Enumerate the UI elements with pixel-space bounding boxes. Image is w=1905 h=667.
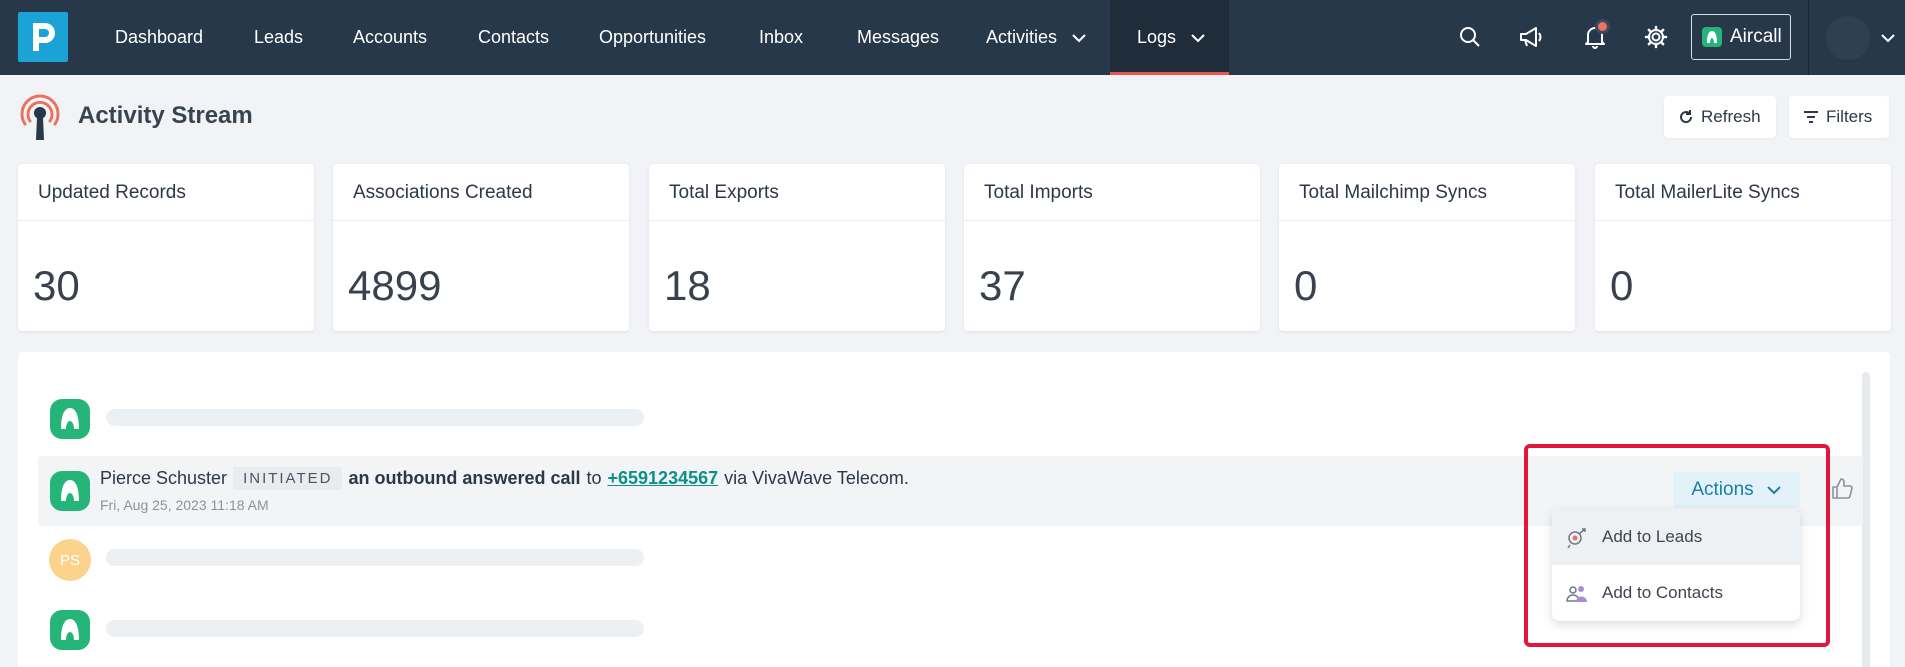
nav-contacts[interactable]: Contacts (478, 0, 549, 75)
notification-badge (1598, 22, 1607, 31)
divider (18, 220, 314, 221)
loading-placeholder (106, 409, 644, 426)
stat-title: Total Exports (669, 182, 779, 203)
top-navigation-bar: Dashboard Leads Accounts Contacts Opport… (0, 0, 1905, 75)
stat-value: 0 (1610, 262, 1634, 309)
activity-timestamp: Fri, Aug 25, 2023 11:18 AM (100, 497, 269, 513)
stat-value: 0 (1294, 262, 1318, 309)
stat-card-mailchimp-syncs: Total Mailchimp Syncs 0 (1279, 164, 1575, 331)
aircall-avatar-icon (50, 471, 90, 511)
divider (333, 220, 629, 221)
notification-bell-icon[interactable] (1580, 22, 1610, 52)
filter-icon (1804, 111, 1818, 123)
nav-accounts[interactable]: Accounts (353, 0, 427, 75)
stat-value: 30 (33, 262, 80, 309)
status-badge: INITIATED (233, 467, 343, 490)
stat-value: 37 (979, 262, 1026, 309)
activity-description: Pierce Schuster INITIATED an outbound an… (100, 467, 909, 490)
refresh-button[interactable]: Refresh (1664, 96, 1776, 138)
stat-title: Total MailerLite Syncs (1615, 182, 1800, 203)
loading-placeholder (106, 620, 644, 637)
activity-stream-icon (18, 94, 62, 142)
nav-divider (1808, 0, 1809, 75)
stat-card-total-imports: Total Imports 37 (964, 164, 1260, 331)
nav-dashboard[interactable]: Dashboard (115, 0, 203, 75)
menu-item-add-to-contacts[interactable]: Add to Contacts (1552, 565, 1800, 621)
stat-card-associations-created: Associations Created 4899 (333, 164, 629, 331)
app-logo[interactable] (18, 12, 68, 62)
contacts-icon (1566, 583, 1588, 605)
stat-value: 4899 (348, 262, 442, 309)
divider (649, 220, 945, 221)
stat-card-total-exports: Total Exports 18 (649, 164, 945, 331)
loading-placeholder (106, 549, 644, 566)
user-avatar[interactable] (1826, 16, 1870, 60)
phone-link[interactable]: +6591234567 (608, 468, 719, 489)
scrollbar[interactable] (1862, 372, 1870, 667)
nav-inbox[interactable]: Inbox (759, 0, 803, 75)
chevron-down-icon (1766, 485, 1782, 495)
aircall-avatar-icon (50, 399, 90, 439)
stat-title: Total Imports (984, 182, 1093, 203)
activity-to-text: to (586, 468, 602, 488)
leads-icon (1566, 527, 1588, 549)
activity-via-text: via VivaWave Telecom. (724, 468, 909, 488)
aircall-logo-icon (1702, 27, 1722, 47)
aircall-avatar-icon (50, 610, 90, 650)
divider (1595, 220, 1891, 221)
nav-opportunities[interactable]: Opportunities (599, 0, 706, 75)
stat-title: Updated Records (38, 182, 186, 203)
activity-action: an outbound answered call (348, 468, 581, 488)
menu-item-add-to-leads[interactable]: Add to Leads (1552, 509, 1800, 565)
gear-icon[interactable] (1641, 22, 1671, 52)
stat-title: Associations Created (353, 182, 533, 203)
search-icon[interactable] (1455, 22, 1485, 52)
divider (964, 220, 1260, 221)
nav-activities[interactable]: Activities (986, 0, 1087, 75)
activity-user[interactable]: Pierce Schuster (100, 468, 227, 489)
stat-card-updated-records: Updated Records 30 (18, 164, 314, 331)
refresh-icon (1680, 110, 1693, 124)
megaphone-icon[interactable] (1516, 22, 1546, 52)
stat-card-mailerlite-syncs: Total MailerLite Syncs 0 (1595, 164, 1891, 331)
thumbs-up-icon[interactable] (1830, 477, 1854, 501)
chevron-down-icon (1071, 33, 1087, 43)
filters-button[interactable]: Filters (1789, 96, 1889, 138)
chevron-down-icon (1190, 33, 1206, 43)
page-title: Activity Stream (78, 102, 253, 129)
divider (1279, 220, 1575, 221)
actions-dropdown-button[interactable]: Actions (1673, 472, 1800, 508)
stat-value: 18 (664, 262, 711, 309)
avatar: PS (49, 539, 91, 581)
nav-leads[interactable]: Leads (254, 0, 303, 75)
stat-title: Total Mailchimp Syncs (1299, 182, 1487, 203)
nav-logs[interactable]: Logs (1110, 0, 1229, 75)
nav-messages[interactable]: Messages (857, 0, 939, 75)
aircall-button[interactable]: Aircall (1691, 14, 1791, 60)
actions-dropdown-menu: Add to Leads Add to Contacts (1552, 509, 1800, 621)
chevron-down-icon[interactable] (1880, 30, 1896, 48)
